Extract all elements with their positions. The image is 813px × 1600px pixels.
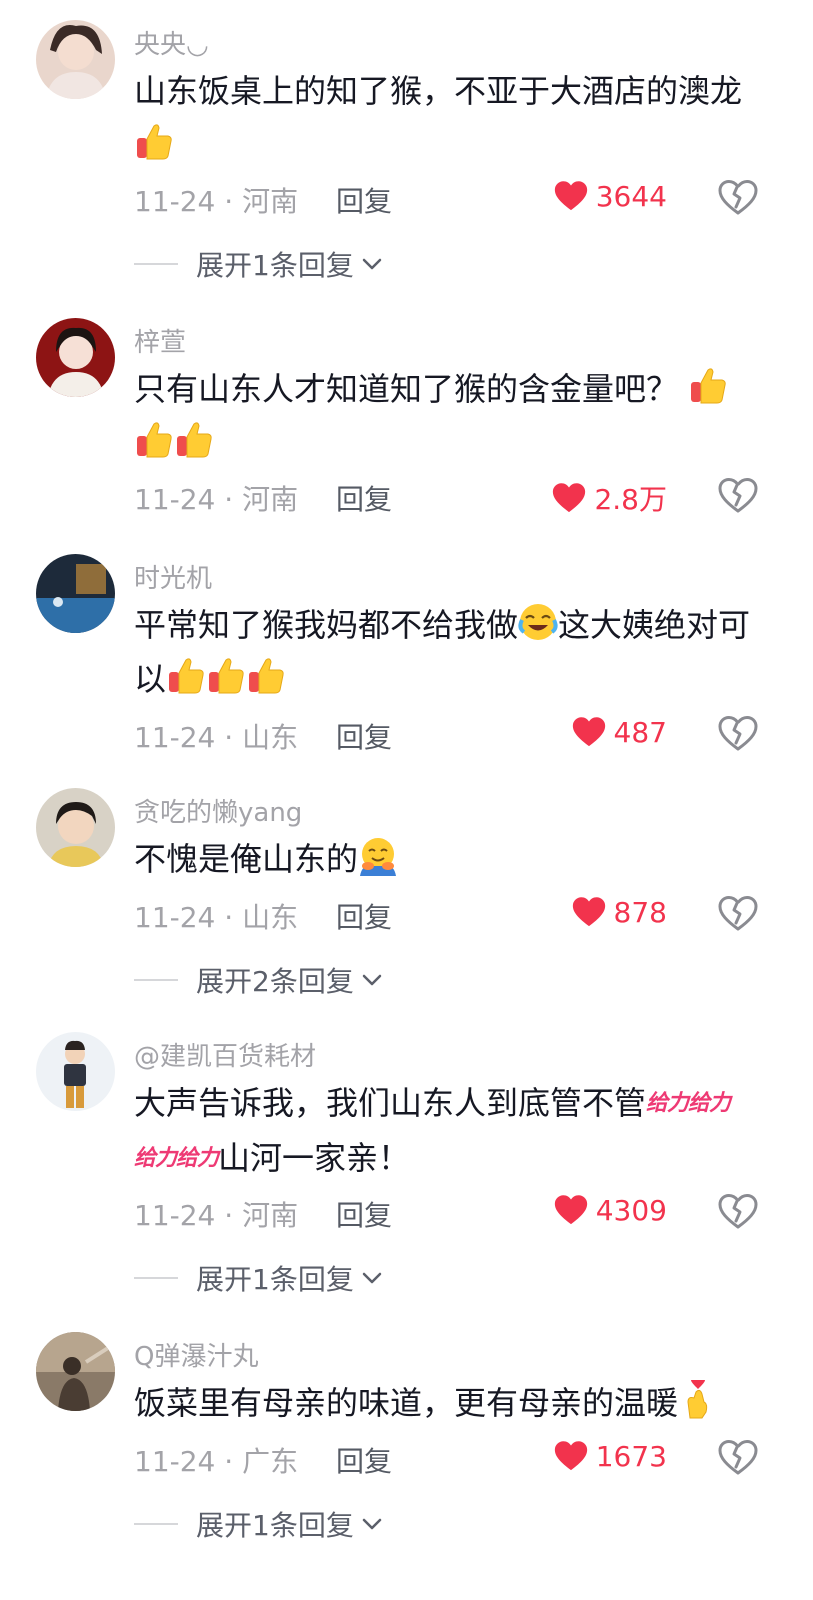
crying-laughing-emoji-icon bbox=[518, 604, 558, 640]
heart-icon bbox=[572, 717, 606, 748]
expand-replies-label: 展开1条回复 bbox=[196, 1263, 354, 1296]
comment-text-part: 只有山东人才知道知了猴的含金量吧？ bbox=[134, 370, 679, 408]
reply-button[interactable]: 回复 bbox=[336, 1194, 392, 1234]
date-location: 11-24 · 河南 bbox=[134, 483, 299, 516]
username[interactable]: Q弹瀑汁丸 bbox=[134, 1336, 258, 1373]
chevron-down-icon bbox=[360, 252, 384, 276]
username[interactable]: @建凯百货耗材 bbox=[134, 1036, 316, 1073]
like-button[interactable]: 487 bbox=[572, 716, 667, 749]
expand-replies-label: 展开2条回复 bbox=[196, 965, 354, 998]
avatar[interactable] bbox=[36, 554, 115, 633]
reply-button[interactable]: 回复 bbox=[336, 478, 392, 518]
hugging-face-emoji-icon bbox=[360, 838, 397, 876]
expand-replies-button[interactable]: 展开1条回复 bbox=[134, 244, 384, 284]
geili-sticker: 给力 bbox=[646, 1091, 689, 1116]
like-count: 2.8万 bbox=[594, 483, 667, 516]
comment-text: 饭菜里有母亲的味道，更有母亲的温暖 bbox=[134, 1376, 764, 1430]
date-location: 11-24 · 广东 bbox=[134, 1445, 299, 1478]
heart-icon bbox=[554, 1195, 588, 1226]
broken-heart-icon[interactable] bbox=[718, 180, 758, 216]
heart-icon bbox=[552, 483, 586, 514]
comment-text-part: 山河一家亲！ bbox=[218, 1139, 411, 1177]
heart-icon bbox=[554, 1441, 588, 1472]
comment-text: 只有山东人才知道知了猴的含金量吧？ bbox=[134, 362, 764, 470]
username[interactable]: 梓萱 bbox=[134, 322, 186, 359]
chevron-down-icon bbox=[360, 968, 384, 992]
avatar[interactable] bbox=[36, 1332, 115, 1411]
thumbs-up-emoji-icon bbox=[174, 420, 214, 460]
broken-heart-icon[interactable] bbox=[718, 716, 758, 752]
heart-icon bbox=[554, 181, 588, 212]
broken-heart-icon[interactable] bbox=[718, 1440, 758, 1476]
date-location: 11-24 · 河南 bbox=[134, 1199, 299, 1232]
username[interactable]: 贪吃的懒yang bbox=[134, 792, 302, 829]
comment-text: 不愧是俺山东的 bbox=[134, 832, 764, 886]
comment-text-part: 不愧是俺山东的 bbox=[134, 840, 359, 878]
geili-sticker: 给力 bbox=[176, 1146, 219, 1171]
divider bbox=[134, 979, 178, 981]
divider bbox=[134, 1523, 178, 1525]
finger-heart-emoji-icon bbox=[687, 1380, 708, 1419]
chevron-down-icon bbox=[360, 1266, 384, 1290]
comment-text-part: 饭菜里有母亲的味道，更有母亲的温暖 bbox=[134, 1384, 679, 1422]
comment-text: 平常知了猴我妈都不给我做 这大姨绝对可以 bbox=[134, 598, 764, 706]
date-location: 11-24 · 山东 bbox=[134, 901, 299, 934]
expand-replies-button[interactable]: 展开1条回复 bbox=[134, 1258, 384, 1298]
username[interactable]: 时光机 bbox=[134, 558, 212, 595]
reply-button[interactable]: 回复 bbox=[336, 1440, 392, 1480]
geili-sticker: 给力 bbox=[134, 1146, 177, 1171]
reply-button[interactable]: 回复 bbox=[336, 896, 392, 936]
like-count: 487 bbox=[613, 716, 667, 749]
username[interactable]: 央央◡ bbox=[134, 24, 209, 61]
reply-button[interactable]: 回复 bbox=[336, 180, 392, 220]
thumbs-up-emoji-icon bbox=[134, 420, 174, 460]
comment-text: 山东饭桌上的知了猴，不亚于大酒店的澳龙 bbox=[134, 64, 764, 172]
avatar[interactable] bbox=[36, 1032, 115, 1111]
like-button[interactable]: 2.8万 bbox=[552, 478, 667, 518]
like-button[interactable]: 1673 bbox=[554, 1440, 667, 1473]
like-button[interactable]: 3644 bbox=[554, 180, 667, 213]
divider bbox=[134, 1277, 178, 1279]
expand-replies-label: 展开1条回复 bbox=[196, 1509, 354, 1542]
comment-text-part: 平常知了猴我妈都不给我做 bbox=[134, 606, 519, 644]
thumbs-up-emoji-icon bbox=[206, 656, 246, 696]
avatar[interactable] bbox=[36, 318, 115, 397]
like-count: 878 bbox=[613, 896, 667, 929]
like-count: 1673 bbox=[595, 1440, 667, 1473]
broken-heart-icon[interactable] bbox=[718, 478, 758, 514]
heart-icon bbox=[572, 897, 606, 928]
expand-replies-button[interactable]: 展开2条回复 bbox=[134, 960, 384, 1000]
like-count: 4309 bbox=[595, 1194, 667, 1227]
expand-replies-label: 展开1条回复 bbox=[196, 249, 354, 282]
comment-text-part: 大声告诉我，我们山东人到底管不管 bbox=[134, 1084, 647, 1122]
like-count: 3644 bbox=[595, 180, 667, 213]
thumbs-up-emoji-icon bbox=[134, 122, 174, 162]
reply-button[interactable]: 回复 bbox=[336, 716, 392, 756]
thumbs-up-emoji-icon bbox=[246, 656, 286, 696]
geili-sticker: 给力 bbox=[688, 1091, 731, 1116]
broken-heart-icon[interactable] bbox=[718, 896, 758, 932]
like-button[interactable]: 4309 bbox=[554, 1194, 667, 1227]
broken-heart-icon[interactable] bbox=[718, 1194, 758, 1230]
thumbs-up-emoji-icon bbox=[166, 656, 206, 696]
thumbs-up-emoji-icon bbox=[688, 366, 728, 406]
like-button[interactable]: 878 bbox=[572, 896, 667, 929]
expand-replies-button[interactable]: 展开1条回复 bbox=[134, 1504, 384, 1544]
divider bbox=[134, 263, 178, 265]
avatar[interactable] bbox=[36, 788, 115, 867]
comment-text: 大声告诉我，我们山东人到底管不管给力给力 给力给力山河一家亲！ bbox=[134, 1076, 764, 1186]
date-location: 11-24 · 山东 bbox=[134, 721, 299, 754]
avatar[interactable] bbox=[36, 20, 115, 99]
date-location: 11-24 · 河南 bbox=[134, 185, 299, 218]
comment-text-part: 山东饭桌上的知了猴，不亚于大酒店的澳龙 bbox=[134, 72, 743, 110]
chevron-down-icon bbox=[360, 1512, 384, 1536]
